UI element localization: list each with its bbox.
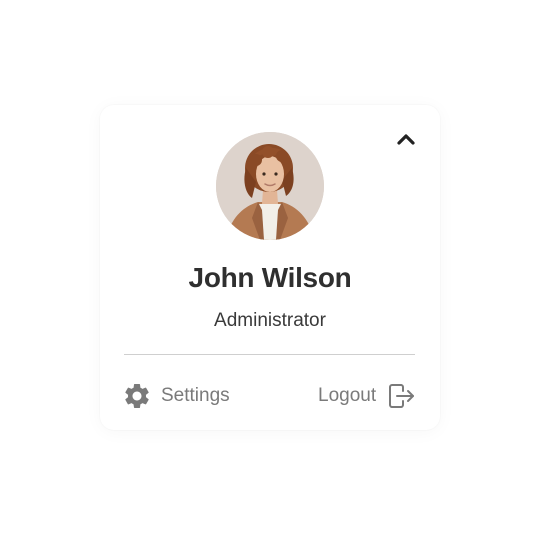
user-name: John Wilson [188,262,352,293]
avatar [216,132,324,240]
logout-button[interactable]: Logout [318,380,416,412]
stage: John Wilson Administrator Settings Logou… [0,0,540,540]
settings-label: Settings [161,385,230,406]
logout-icon [389,384,415,408]
divider [124,354,415,355]
chevron-up-icon [397,134,415,145]
user-role: Administrator [214,310,326,331]
settings-button[interactable]: Settings [122,380,230,412]
avatar-image [216,132,324,240]
collapse-button[interactable] [392,128,420,150]
gear-icon [125,384,149,408]
logout-label: Logout [318,385,377,406]
